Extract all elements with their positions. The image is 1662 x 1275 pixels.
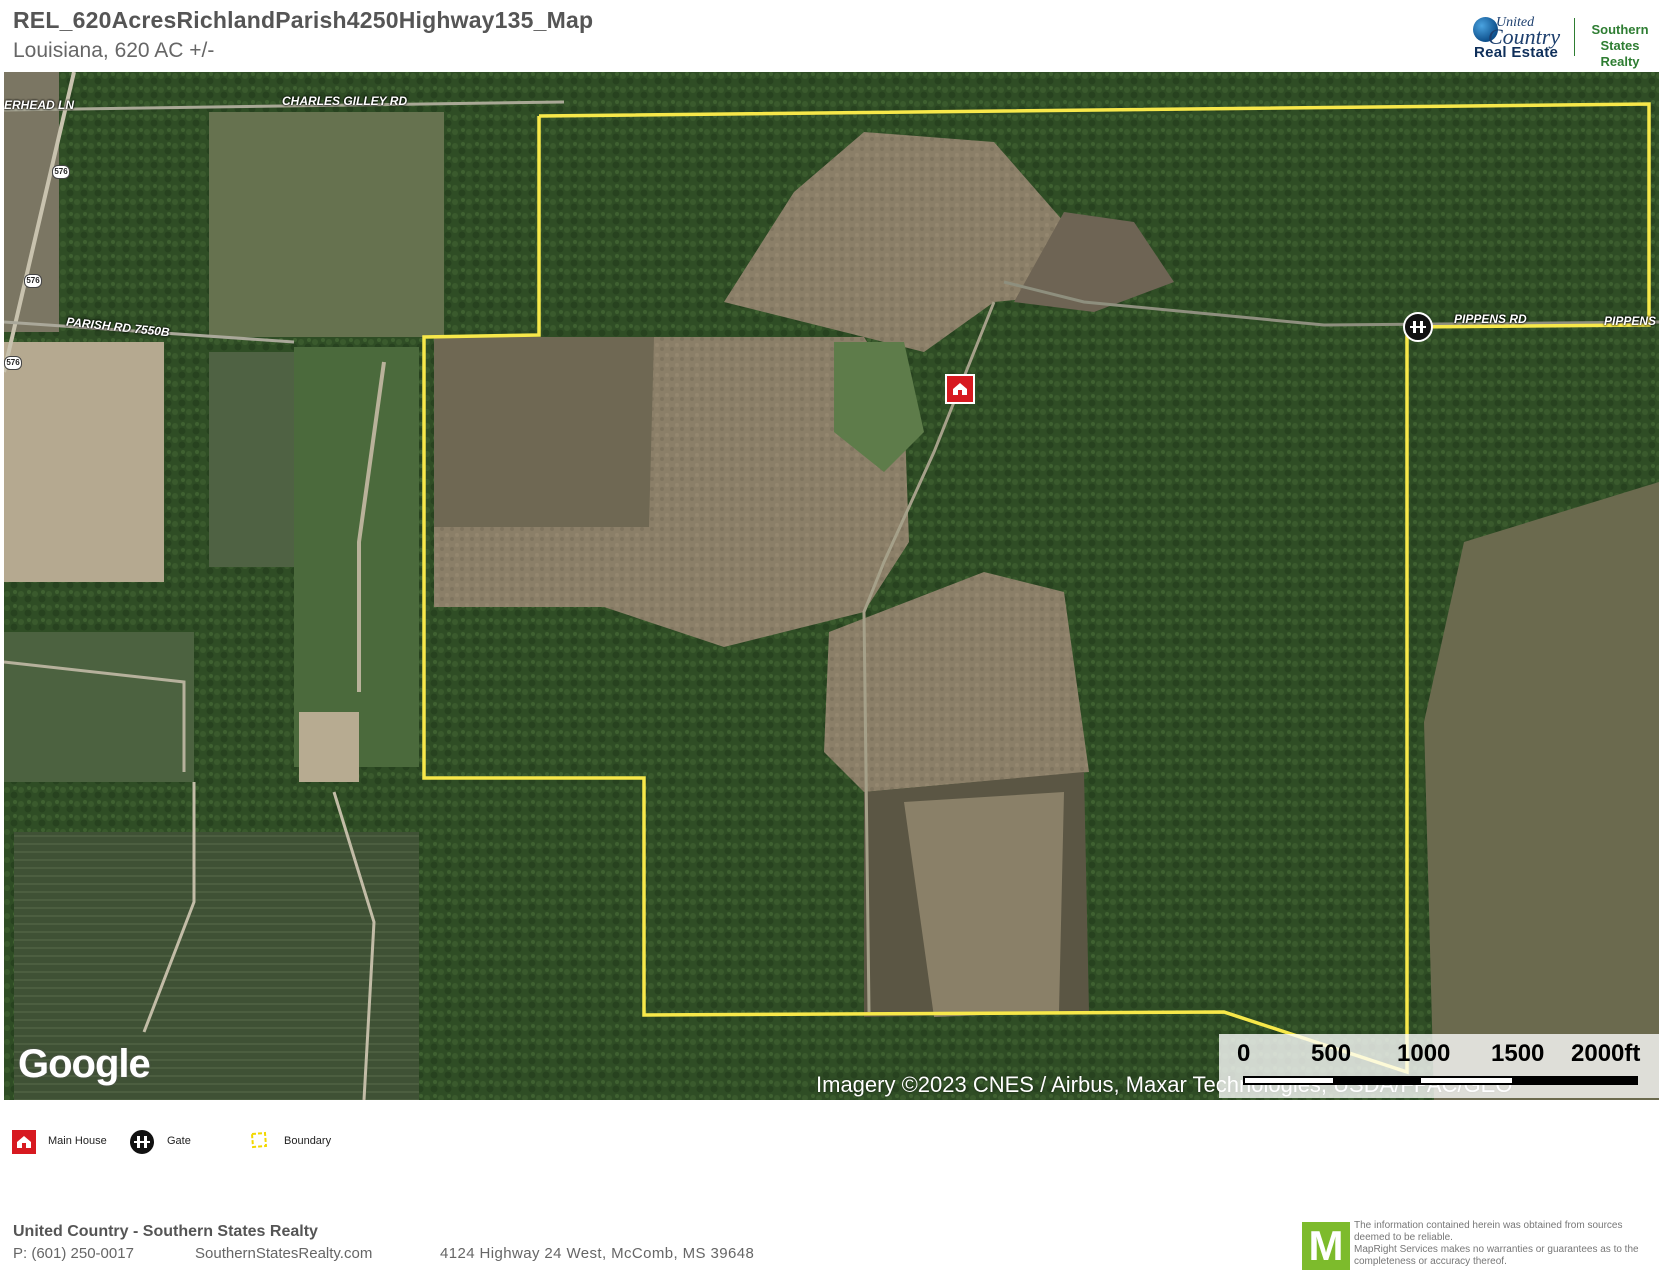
logo-southern: Southern <box>1591 22 1649 37</box>
map-title: REL_620AcresRichlandParish4250Highway135… <box>13 7 594 33</box>
satellite-map[interactable]: CHARLES GILLEY RD ERHEAD LN PARISH RD 75… <box>4 72 1659 1100</box>
footer-phone: P: (601) 250-0017 <box>13 1245 134 1262</box>
legend-label-gate: Gate <box>167 1135 191 1147</box>
legend-boundary-icon <box>250 1131 268 1149</box>
footer: United Country - Southern States Realty … <box>0 1215 1662 1275</box>
main-house-marker[interactable] <box>945 374 975 404</box>
highway-shield: 576 <box>52 165 70 179</box>
logo-states-realty: States Realty <box>1600 38 1640 69</box>
mapright-logo: M <box>1302 1222 1350 1270</box>
disclaimer-line-1: The information contained herein was obt… <box>1354 1220 1623 1243</box>
legend-label-main-house: Main House <box>48 1135 107 1147</box>
footer-website: SouthernStatesRealty.com <box>195 1245 373 1262</box>
map-imagery <box>4 72 1659 1100</box>
legend-label-boundary: Boundary <box>284 1135 332 1147</box>
footer-address: 4124 Highway 24 West, McComb, MS 39648 <box>440 1245 755 1262</box>
logo-divider <box>1574 18 1575 56</box>
map-subtitle: Louisiana, 620 AC +/- <box>13 39 215 62</box>
road-label-overhead: ERHEAD LN <box>4 98 75 112</box>
footer-disclaimer: The information contained herein was obt… <box>1354 1220 1659 1268</box>
legend-gate-icon <box>130 1130 154 1154</box>
gate-icon <box>1410 321 1426 333</box>
scale-bar-graphic <box>1243 1076 1638 1085</box>
map-legend: Main House Gate Boundary <box>0 1122 400 1162</box>
road-label-charles-gilley: CHARLES GILLEY RD <box>282 94 408 108</box>
logo-southern-states: Southern States Realty <box>1580 22 1660 70</box>
gate-marker[interactable] <box>1403 312 1433 342</box>
header: REL_620AcresRichlandParish4250Highway135… <box>0 0 1662 70</box>
highway-shield: 576 <box>4 356 22 370</box>
highway-shield: 576 <box>24 274 42 288</box>
road-label-pippens-1: PIPPENS RD <box>1454 312 1527 326</box>
scale-bar: 0 500 1000 1500 2000ft <box>1219 1034 1659 1098</box>
disclaimer-line-2: MapRight Services makes no warranties or… <box>1354 1244 1639 1267</box>
google-logo: Google <box>18 1042 151 1086</box>
legend-house-icon <box>12 1130 36 1154</box>
house-icon <box>953 383 967 395</box>
road-label-pippens-2: PIPPENS <box>1604 314 1657 328</box>
united-country-logo: United Country Real Estate Southern Stat… <box>1470 14 1660 69</box>
footer-company: United Country - Southern States Realty <box>13 1223 318 1240</box>
logo-real-estate: Real Estate <box>1474 44 1559 61</box>
